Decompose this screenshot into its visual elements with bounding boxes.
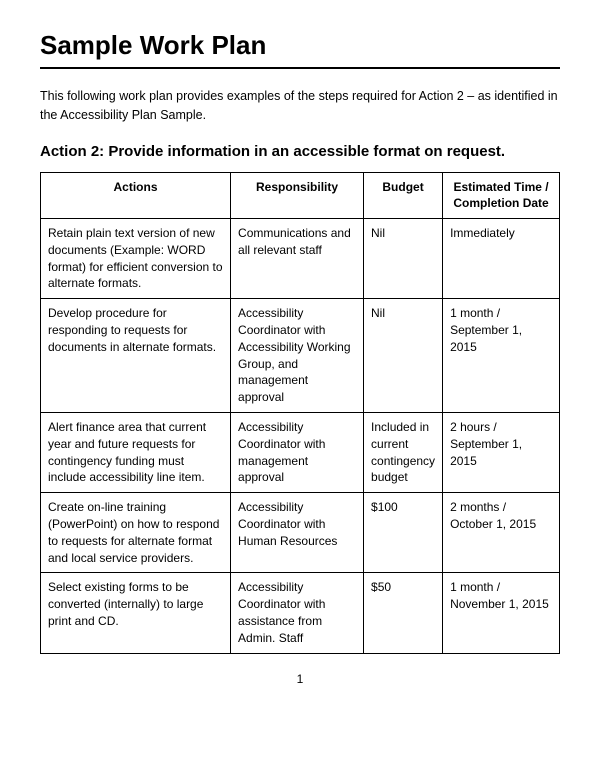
col-header-budget: Budget	[364, 172, 443, 219]
cell-budget-1: Nil	[364, 299, 443, 413]
cell-action-1: Develop procedure for responding to requ…	[41, 299, 231, 413]
cell-budget-2: Included in current contingency budget	[364, 413, 443, 493]
table-row: Retain plain text version of new documen…	[41, 219, 560, 299]
intro-text: This following work plan provides exampl…	[40, 87, 560, 125]
work-plan-table: Actions Responsibility Budget Estimated …	[40, 172, 560, 654]
cell-action-3: Create on-line training (PowerPoint) on …	[41, 493, 231, 573]
cell-responsibility-2: Accessibility Coordinator with managemen…	[231, 413, 364, 493]
cell-budget-4: $50	[364, 573, 443, 653]
cell-responsibility-1: Accessibility Coordinator with Accessibi…	[231, 299, 364, 413]
cell-date-2: 2 hours / September 1, 2015	[443, 413, 560, 493]
cell-responsibility-4: Accessibility Coordinator with assistanc…	[231, 573, 364, 653]
table-row: Create on-line training (PowerPoint) on …	[41, 493, 560, 573]
table-row: Alert finance area that current year and…	[41, 413, 560, 493]
action-heading: Action 2: Provide information in an acce…	[40, 143, 560, 160]
cell-budget-3: $100	[364, 493, 443, 573]
page-title: Sample Work Plan	[40, 30, 560, 61]
cell-action-4: Select existing forms to be converted (i…	[41, 573, 231, 653]
table-row: Develop procedure for responding to requ…	[41, 299, 560, 413]
cell-responsibility-3: Accessibility Coordinator with Human Res…	[231, 493, 364, 573]
cell-action-2: Alert finance area that current year and…	[41, 413, 231, 493]
cell-date-1: 1 month / September 1, 2015	[443, 299, 560, 413]
cell-action-0: Retain plain text version of new documen…	[41, 219, 231, 299]
col-header-responsibility: Responsibility	[231, 172, 364, 219]
cell-responsibility-0: Communications and all relevant staff	[231, 219, 364, 299]
col-header-actions: Actions	[41, 172, 231, 219]
cell-date-4: 1 month / November 1, 2015	[443, 573, 560, 653]
col-header-date: Estimated Time / Completion Date	[443, 172, 560, 219]
page-footer: 1	[40, 672, 560, 686]
page-number: 1	[297, 672, 304, 686]
table-header-row: Actions Responsibility Budget Estimated …	[41, 172, 560, 219]
cell-date-0: Immediately	[443, 219, 560, 299]
cell-date-3: 2 months / October 1, 2015	[443, 493, 560, 573]
cell-budget-0: Nil	[364, 219, 443, 299]
title-divider	[40, 67, 560, 69]
table-row: Select existing forms to be converted (i…	[41, 573, 560, 653]
